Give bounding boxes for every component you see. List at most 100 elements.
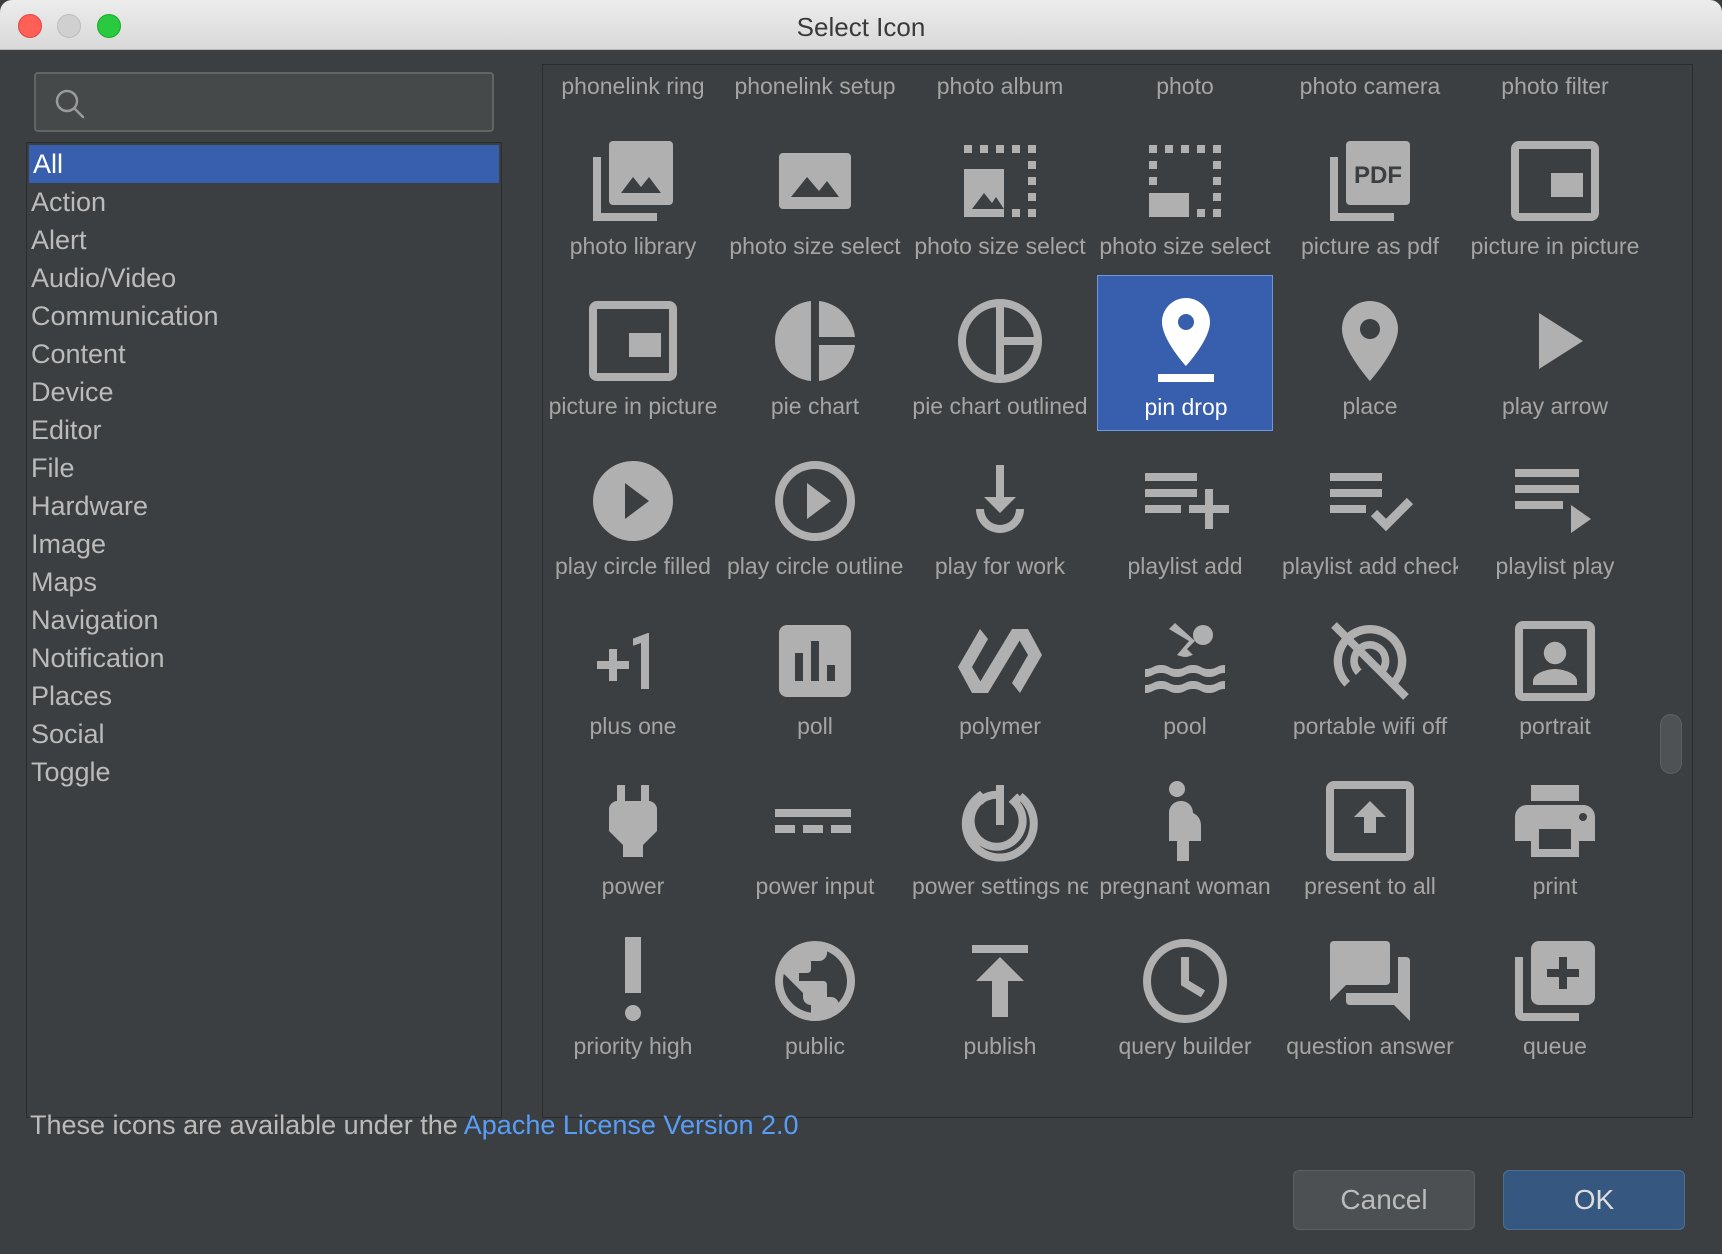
playlist-play-icon (1515, 469, 1591, 533)
icon-cell-pie-chart-outlined[interactable]: pie chart outlined (912, 275, 1088, 431)
icon-cell-photo-filter[interactable]: photo filter (1467, 64, 1643, 111)
category-item-image[interactable]: Image (27, 525, 501, 563)
ok-button[interactable]: OK (1503, 1170, 1685, 1230)
power-icon (609, 785, 657, 857)
icon-label: queue (1523, 1033, 1587, 1059)
icon-label: pie chart outlined (912, 393, 1088, 419)
icon-cell-portrait[interactable]: portrait (1467, 595, 1643, 751)
search-box[interactable] (34, 72, 494, 132)
icon-cell-portable-wifi-off[interactable]: portable wifi off (1282, 595, 1458, 751)
icon-grid[interactable]: phonelink ring phonelink setup photo album… (542, 64, 1693, 1118)
icon-cell-photo-size-select[interactable]: photo size select (912, 115, 1088, 271)
icon-cell-play-for-work[interactable]: play for work (912, 435, 1088, 591)
icon-cell-photo-size-select[interactable]: photo size select (727, 115, 903, 271)
icon-cell-plus-one[interactable]: plus one (545, 595, 721, 751)
category-list[interactable]: All Action Alert Audio/Video Communication Co… (26, 142, 502, 1118)
pie-chart-outlined-icon (958, 299, 1042, 383)
icon-cell-poll[interactable]: poll (727, 595, 903, 751)
icon-label: pregnant woman (1099, 873, 1271, 899)
icon-cell-photo[interactable]: photo (1097, 65, 1273, 111)
icon-label: play circle filled (555, 553, 711, 579)
category-item-navigation[interactable]: Navigation (27, 601, 501, 639)
icon-cell-polymer[interactable]: polymer (912, 595, 1088, 751)
category-item-alert[interactable]: Alert (27, 221, 501, 259)
icon-cell-queue[interactable]: queue (1467, 915, 1643, 1071)
category-item-notification[interactable]: Notification (27, 639, 501, 677)
icon-cell-photo-library[interactable]: photo library (545, 115, 721, 271)
category-item-social[interactable]: Social (27, 715, 501, 753)
phonelink-ring-icon (585, 64, 681, 69)
pool-icon (1145, 623, 1225, 693)
cancel-button[interactable]: Cancel (1293, 1170, 1475, 1230)
icon-label: photo size select (914, 233, 1086, 259)
icon-cell-play-arrow[interactable]: play arrow (1467, 275, 1643, 431)
icon-label: pin drop (1144, 394, 1228, 420)
portable-wifi-off-icon (1331, 622, 1409, 700)
search-input[interactable] (102, 82, 482, 122)
icon-cell-place[interactable]: place (1282, 275, 1458, 431)
icon-label: power input (755, 873, 875, 899)
search-icon (55, 89, 85, 119)
title-bar: Select Icon (0, 0, 1722, 50)
category-item-toggle[interactable]: Toggle (27, 753, 501, 791)
icon-label: pool (1163, 713, 1207, 739)
category-item-communication[interactable]: Communication (27, 297, 501, 335)
icon-label: photo album (936, 73, 1064, 99)
icon-label: portrait (1519, 713, 1591, 739)
priority-high-icon (625, 937, 641, 1021)
category-item-hardware[interactable]: Hardware (27, 487, 501, 525)
icon-label: power settings new (912, 873, 1088, 899)
playlist-add-icon (1145, 473, 1229, 529)
icon-cell-power-settings-new[interactable]: power settings new (912, 755, 1088, 911)
category-item-content[interactable]: Content (27, 335, 501, 373)
photo-filter-icon (1507, 64, 1603, 69)
icon-cell-photo-album[interactable]: photo album (912, 65, 1088, 111)
icon-cell-playlist-play[interactable]: playlist play (1467, 435, 1643, 591)
icon-cell-power-input[interactable]: power input (727, 755, 903, 911)
icon-cell-pool[interactable]: pool (1097, 595, 1273, 751)
icon-cell-pregnant-woman[interactable]: pregnant woman (1097, 755, 1273, 911)
category-item-audio-video[interactable]: Audio/Video (27, 259, 501, 297)
icon-cell-pie-chart[interactable]: pie chart (727, 275, 903, 431)
icon-label: portable wifi off (1292, 713, 1448, 739)
icon-cell-picture-as-pdf[interactable]: PDF picture as pdf (1282, 115, 1458, 271)
apache-license-link[interactable]: Apache License Version 2.0 (464, 1110, 799, 1140)
icon-cell-pin-drop[interactable]: pin drop (1097, 275, 1273, 431)
icon-cell-phonelink-ring[interactable]: phonelink ring (545, 64, 721, 111)
icon-cell-print[interactable]: print (1467, 755, 1643, 911)
icon-cell-present-to-all[interactable]: present to all (1282, 755, 1458, 911)
license-text: These icons are available under the (30, 1110, 464, 1140)
icon-cell-query-builder[interactable]: query builder (1097, 915, 1273, 1071)
icon-cell-power[interactable]: power (545, 755, 721, 911)
icon-cell-picture-in-picture[interactable]: picture in picture (1467, 115, 1643, 271)
icon-cell-priority-high[interactable]: priority high (545, 915, 721, 1071)
icon-cell-play-circle-outline[interactable]: play circle outline (727, 435, 903, 591)
icon-cell-photo-camera[interactable]: photo camera (1282, 65, 1458, 111)
icon-cell-play-circle-filled[interactable]: play circle filled (545, 435, 721, 591)
category-item-maps[interactable]: Maps (27, 563, 501, 601)
icon-cell-photo-size-select[interactable]: photo size select (1097, 115, 1273, 271)
icon-cell-publish[interactable]: publish (912, 915, 1088, 1071)
icon-label: photo size select (1099, 233, 1271, 259)
icon-cell-playlist-add-check[interactable]: playlist add check (1282, 435, 1458, 591)
picture-in-picture-icon (1511, 141, 1599, 221)
icon-label: play arrow (1501, 393, 1609, 419)
pie-chart-icon (775, 301, 855, 381)
play-for-work-icon (976, 465, 1024, 533)
picture-as-pdf-icon: PDF (1330, 141, 1410, 221)
category-item-file[interactable]: File (27, 449, 501, 487)
icon-grid-scrollbar[interactable] (1660, 714, 1682, 774)
icon-label: photo filter (1501, 73, 1609, 99)
icon-cell-playlist-add[interactable]: playlist add (1097, 435, 1273, 591)
category-item-device[interactable]: Device (27, 373, 501, 411)
icon-cell-question-answer[interactable]: question answer (1282, 915, 1458, 1071)
category-item-places[interactable]: Places (27, 677, 501, 715)
icon-cell-phonelink-setup[interactable]: phonelink setup (727, 65, 903, 111)
category-item-action[interactable]: Action (27, 183, 501, 221)
publish-icon (972, 945, 1028, 1017)
icon-cell-public[interactable]: public (727, 915, 903, 1071)
icon-cell-picture-in-picture[interactable]: picture in picture (545, 275, 721, 431)
category-item-editor[interactable]: Editor (27, 411, 501, 449)
category-item-all[interactable]: All (29, 145, 499, 183)
icon-label: pie chart (770, 393, 860, 419)
